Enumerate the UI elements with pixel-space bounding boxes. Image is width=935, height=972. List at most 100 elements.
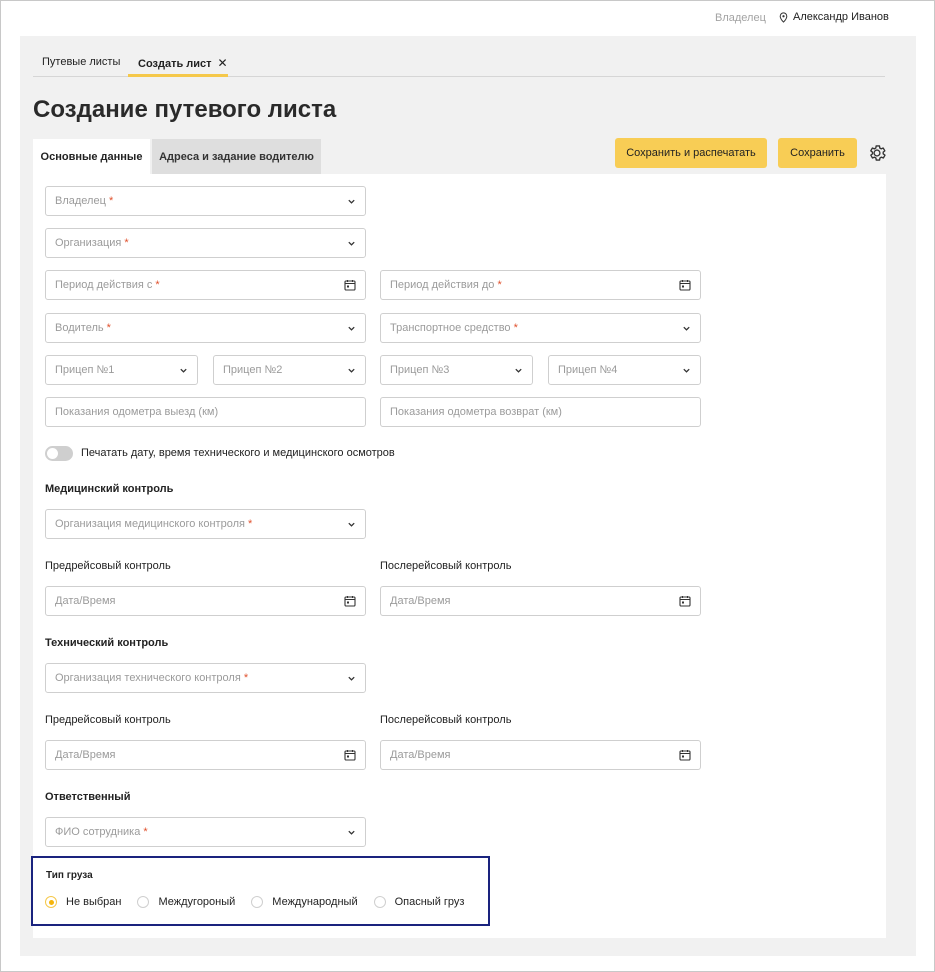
document-tabs: Путевые листы Создать лист ✕ xyxy=(33,50,885,77)
medical-pre-trip-label: Предрейсовый контроль xyxy=(45,560,171,572)
chevron-down-icon xyxy=(180,368,187,373)
datetime-placeholder: Дата/Время xyxy=(390,749,451,761)
gear-icon[interactable] xyxy=(867,143,887,163)
cargo-option-not-selected[interactable]: Не выбран xyxy=(45,896,121,908)
location-pin-icon xyxy=(779,11,788,23)
radio-label: Не выбран xyxy=(66,896,122,908)
driver-placeholder: Водитель xyxy=(55,322,104,334)
user-name: Александр Иванов xyxy=(793,11,889,23)
chevron-down-icon xyxy=(348,199,355,204)
required-mark: * xyxy=(155,279,160,291)
chevron-down-icon xyxy=(348,241,355,246)
trailer-1-placeholder: Прицеп №1 xyxy=(55,364,115,376)
required-mark: * xyxy=(513,322,518,334)
radio-label: Опасный груз xyxy=(394,896,465,908)
medical-org-placeholder: Организация медицинского контроля xyxy=(55,518,245,530)
period-to-date-field[interactable]: Период действия до * xyxy=(380,270,701,300)
chevron-down-icon xyxy=(515,368,522,373)
vehicle-placeholder: Транспортное средство xyxy=(390,322,511,334)
required-mark: * xyxy=(124,237,129,249)
technical-org-placeholder: Организация технического контроля xyxy=(55,672,241,684)
chevron-down-icon xyxy=(348,830,355,835)
tab-waybills[interactable]: Путевые листы xyxy=(42,56,120,68)
required-mark: * xyxy=(143,826,148,838)
medical-pre-datetime-field[interactable]: Дата/Время xyxy=(45,586,366,616)
odometer-out-input[interactable]: Показания одометра выезд (км) xyxy=(45,397,366,427)
cargo-type-group: Тип груза Не выбран Междугороный Междуна… xyxy=(31,856,490,926)
technical-post-datetime-field[interactable]: Дата/Время xyxy=(380,740,701,770)
calendar-icon[interactable] xyxy=(679,749,691,761)
radio-unchecked-icon xyxy=(373,896,386,908)
required-mark: * xyxy=(108,195,114,207)
medical-control-heading: Медицинский контроль xyxy=(45,483,174,495)
datetime-placeholder: Дата/Время xyxy=(55,595,116,607)
tab-main-data[interactable]: Основные данные xyxy=(33,139,150,175)
required-mark: * xyxy=(243,672,249,684)
medical-org-select[interactable]: Организация медицинского контроля * xyxy=(45,509,366,539)
employee-select[interactable]: ФИО сотрудника * xyxy=(45,817,366,847)
cargo-option-international[interactable]: Международный xyxy=(251,896,358,908)
odometer-return-placeholder: Показания одометра возврат (км) xyxy=(390,406,562,418)
calendar-icon[interactable] xyxy=(344,279,356,291)
required-mark: * xyxy=(106,322,111,334)
cargo-option-intercity[interactable]: Междугороный xyxy=(137,896,235,908)
chevron-down-icon xyxy=(348,676,355,681)
chevron-down-icon xyxy=(348,522,355,527)
vehicle-select[interactable]: Транспортное средство * xyxy=(380,313,701,343)
tab-create-sheet-label: Создать лист xyxy=(138,58,212,70)
trailer-1-select[interactable]: Прицеп №1 xyxy=(45,355,198,385)
period-to-placeholder: Период действия до xyxy=(390,279,495,291)
chevron-down-icon xyxy=(348,368,355,373)
radio-checked-icon xyxy=(45,896,57,908)
calendar-icon[interactable] xyxy=(344,595,356,607)
owner-select[interactable]: Владелец * xyxy=(45,186,366,216)
odometer-return-input[interactable]: Показания одометра возврат (км) xyxy=(380,397,701,427)
radio-label: Междугороный xyxy=(158,896,236,908)
trailer-2-select[interactable]: Прицеп №2 xyxy=(213,355,366,385)
required-mark: * xyxy=(497,279,502,291)
technical-pre-trip-label: Предрейсовый контроль xyxy=(45,714,171,726)
user-menu[interactable]: Александр Иванов xyxy=(778,11,889,23)
technical-org-select[interactable]: Организация технического контроля * xyxy=(45,663,366,693)
medical-post-datetime-field[interactable]: Дата/Время xyxy=(380,586,701,616)
trailer-2-placeholder: Прицеп №2 xyxy=(223,364,283,376)
owner-role-label[interactable]: Владелец xyxy=(715,12,766,24)
trailer-4-select[interactable]: Прицеп №4 xyxy=(548,355,701,385)
chevron-down-icon xyxy=(683,368,690,373)
datetime-placeholder: Дата/Время xyxy=(55,749,116,761)
print-inspection-label: Печатать дату, время технического и меди… xyxy=(81,447,395,459)
calendar-icon[interactable] xyxy=(679,279,691,291)
tab-create-sheet[interactable]: Создать лист ✕ xyxy=(138,56,228,70)
period-from-date-field[interactable]: Период действия с * xyxy=(45,270,366,300)
period-from-placeholder: Период действия с xyxy=(55,279,153,291)
technical-pre-datetime-field[interactable]: Дата/Время xyxy=(45,740,366,770)
calendar-icon[interactable] xyxy=(344,749,356,761)
medical-post-trip-label: Послерейсовый контроль xyxy=(380,560,512,572)
technical-control-heading: Технический контроль xyxy=(45,637,169,649)
trailer-4-placeholder: Прицеп №4 xyxy=(558,364,618,376)
required-mark: * xyxy=(248,518,253,530)
active-tab-indicator xyxy=(128,74,228,77)
odometer-out-placeholder: Показания одометра выезд (км) xyxy=(55,406,219,418)
close-icon[interactable]: ✕ xyxy=(218,56,228,70)
radio-label: Международный xyxy=(272,896,358,908)
organization-select-placeholder: Организация xyxy=(55,237,122,249)
cargo-option-dangerous[interactable]: Опасный груз xyxy=(373,896,465,908)
chevron-down-icon xyxy=(348,326,355,331)
organization-select[interactable]: Организация * xyxy=(45,228,366,258)
datetime-placeholder: Дата/Время xyxy=(390,595,451,607)
technical-post-trip-label: Послерейсовый контроль xyxy=(380,714,512,726)
radio-unchecked-icon xyxy=(137,896,150,908)
save-and-print-button[interactable]: Сохранить и распечатать xyxy=(615,138,767,168)
trailer-3-placeholder: Прицеп №3 xyxy=(390,364,450,376)
driver-select[interactable]: Водитель * xyxy=(45,313,366,343)
print-inspection-toggle[interactable] xyxy=(45,446,73,461)
responsible-heading: Ответственный xyxy=(45,791,131,803)
trailer-3-select[interactable]: Прицеп №3 xyxy=(380,355,533,385)
owner-select-placeholder: Владелец xyxy=(55,195,106,207)
page-title: Создание путевого листа xyxy=(33,96,337,123)
radio-unchecked-icon xyxy=(251,896,264,908)
calendar-icon[interactable] xyxy=(679,595,691,607)
save-button[interactable]: Сохранить xyxy=(778,138,857,168)
tab-addresses-driver-task[interactable]: Адреса и задание водителю xyxy=(152,139,321,175)
